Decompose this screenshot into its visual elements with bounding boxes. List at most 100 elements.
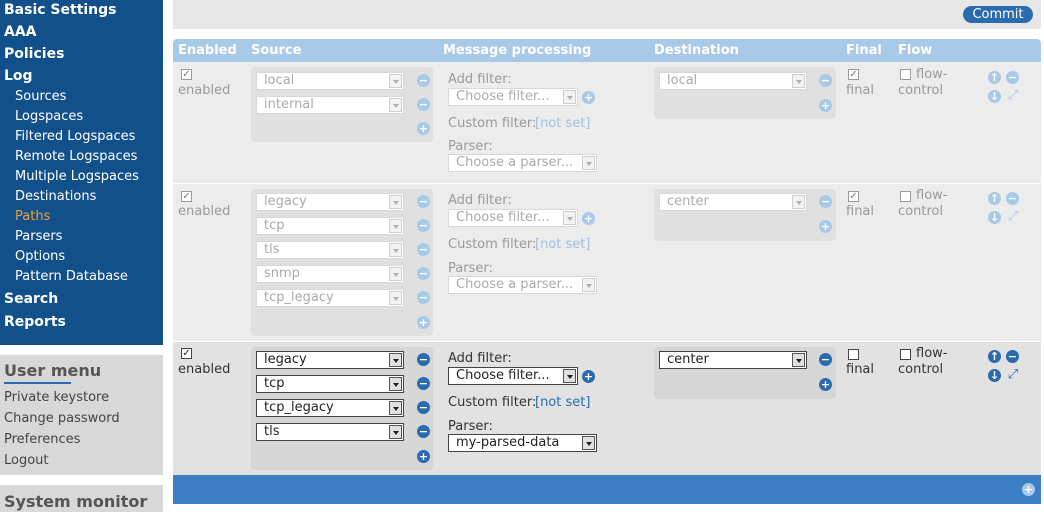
source-select[interactable]: tcp bbox=[256, 375, 404, 393]
user-menu-change-password[interactable]: Change password bbox=[4, 411, 120, 426]
nav-log-pattern-database[interactable]: Pattern Database bbox=[15, 269, 128, 284]
chevron-down-icon bbox=[792, 353, 805, 367]
nav-log-paths[interactable]: Paths bbox=[15, 209, 50, 224]
custom-filter-link[interactable]: [not set] bbox=[535, 116, 590, 131]
final-label: final bbox=[846, 83, 875, 98]
minus-circle-icon[interactable]: − bbox=[819, 74, 832, 87]
nav-log-parsers[interactable]: Parsers bbox=[15, 229, 62, 244]
filter-select[interactable]: Choose filter... bbox=[448, 367, 578, 385]
enabled-checkbox[interactable]: ✓ bbox=[181, 69, 192, 80]
arrow-down-circle-icon[interactable]: ↓ bbox=[988, 90, 1001, 103]
nav-log[interactable]: Log bbox=[4, 68, 33, 84]
arrow-up-circle-icon[interactable]: ↑ bbox=[988, 350, 1001, 363]
parser-select[interactable]: Choose a parser... bbox=[448, 276, 597, 294]
flow-control-checkbox[interactable] bbox=[900, 191, 911, 202]
source-select[interactable]: snmp bbox=[256, 265, 404, 283]
minus-circle-icon[interactable]: − bbox=[417, 219, 430, 232]
plus-circle-icon[interactable]: + bbox=[582, 91, 595, 104]
custom-filter-link[interactable]: [not set] bbox=[535, 395, 590, 410]
final-checkbox[interactable]: ✓ bbox=[848, 191, 859, 202]
nav-log-remote-logspaces[interactable]: Remote Logspaces bbox=[15, 149, 137, 164]
source-select[interactable]: tls bbox=[256, 241, 404, 259]
custom-filter-link[interactable]: [not set] bbox=[535, 237, 590, 252]
plus-circle-icon[interactable]: + bbox=[417, 122, 430, 135]
minus-circle-icon[interactable]: − bbox=[417, 291, 430, 304]
source-select[interactable]: tls bbox=[256, 423, 404, 441]
enabled-checkbox[interactable]: ✓ bbox=[181, 348, 192, 359]
minus-circle-icon[interactable]: − bbox=[417, 267, 430, 280]
nav-log-multiple-logspaces[interactable]: Multiple Logspaces bbox=[15, 169, 139, 184]
minus-circle-icon[interactable]: − bbox=[417, 98, 430, 111]
minus-circle-icon[interactable]: − bbox=[417, 74, 430, 87]
arrow-down-circle-icon[interactable]: ↓ bbox=[988, 211, 1001, 224]
final-checkbox[interactable]: ✓ bbox=[848, 69, 859, 80]
source-value: legacy bbox=[264, 194, 307, 209]
minus-circle-icon[interactable]: − bbox=[417, 401, 430, 414]
minus-circle-icon[interactable]: − bbox=[417, 377, 430, 390]
minus-circle-icon[interactable]: − bbox=[1006, 71, 1019, 84]
nav-log-logspaces[interactable]: Logspaces bbox=[15, 109, 83, 124]
header-destination: Destination bbox=[654, 43, 739, 58]
parser-select[interactable]: Choose a parser... bbox=[448, 154, 597, 172]
plus-circle-icon[interactable]: + bbox=[417, 450, 430, 463]
expand-icon[interactable]: ⤢ bbox=[1006, 210, 1020, 224]
chevron-down-icon bbox=[389, 291, 402, 305]
source-value: tcp_legacy bbox=[264, 400, 334, 415]
arrow-up-circle-icon[interactable]: ↑ bbox=[988, 192, 1001, 205]
source-select[interactable]: legacy bbox=[256, 351, 404, 369]
nav-log-options[interactable]: Options bbox=[15, 249, 65, 264]
flow-control-checkbox[interactable] bbox=[900, 69, 911, 80]
minus-circle-icon[interactable]: − bbox=[417, 425, 430, 438]
parser-select[interactable]: my-parsed-data bbox=[448, 434, 597, 452]
source-select[interactable]: internal bbox=[256, 96, 404, 114]
arrow-down-circle-icon[interactable]: ↓ bbox=[988, 369, 1001, 382]
destination-select[interactable]: center bbox=[659, 351, 807, 369]
final-checkbox[interactable] bbox=[848, 349, 859, 360]
nav-reports[interactable]: Reports bbox=[4, 314, 66, 330]
chevron-down-icon bbox=[563, 211, 576, 225]
source-select[interactable]: legacy bbox=[256, 193, 404, 211]
nav-aaa[interactable]: AAA bbox=[4, 24, 37, 40]
commit-button[interactable]: Commit bbox=[963, 6, 1033, 23]
expand-icon[interactable]: ⤢ bbox=[1006, 368, 1020, 382]
nav-policies[interactable]: Policies bbox=[4, 46, 64, 62]
plus-circle-icon[interactable]: + bbox=[582, 370, 595, 383]
minus-circle-icon[interactable]: − bbox=[1006, 192, 1019, 205]
nav-basic-settings[interactable]: Basic Settings bbox=[4, 2, 117, 18]
plus-circle-icon[interactable]: + bbox=[819, 99, 832, 112]
user-menu-logout[interactable]: Logout bbox=[4, 453, 49, 468]
source-select[interactable]: tcp_legacy bbox=[256, 289, 404, 307]
plus-circle-icon[interactable]: + bbox=[417, 316, 430, 329]
arrow-up-circle-icon[interactable]: ↑ bbox=[988, 71, 1001, 84]
destination-select[interactable]: center bbox=[659, 193, 807, 211]
enabled-checkbox[interactable]: ✓ bbox=[181, 191, 192, 202]
nav-log-filtered-logspaces[interactable]: Filtered Logspaces bbox=[15, 129, 135, 144]
plus-circle-icon[interactable]: + bbox=[819, 378, 832, 391]
destination-select[interactable]: local bbox=[659, 72, 807, 90]
nav-search[interactable]: Search bbox=[4, 291, 58, 307]
nav-log-destinations[interactable]: Destinations bbox=[15, 189, 96, 204]
expand-icon[interactable]: ⤢ bbox=[1006, 89, 1020, 103]
plus-circle-icon[interactable]: + bbox=[819, 220, 832, 233]
minus-circle-icon[interactable]: − bbox=[819, 353, 832, 366]
source-select[interactable]: local bbox=[256, 72, 404, 90]
minus-circle-icon[interactable]: − bbox=[417, 243, 430, 256]
minus-circle-icon[interactable]: − bbox=[1006, 350, 1019, 363]
user-menu-panel: User menu Private keystore Change passwo… bbox=[0, 355, 163, 475]
system-monitor-title[interactable]: System monitor bbox=[4, 492, 147, 511]
filter-select[interactable]: Choose filter... bbox=[448, 88, 578, 106]
flow-control-checkbox[interactable] bbox=[900, 349, 911, 360]
user-menu-preferences[interactable]: Preferences bbox=[4, 432, 80, 447]
nav-log-sources[interactable]: Sources bbox=[15, 89, 66, 104]
filter-select[interactable]: Choose filter... bbox=[448, 209, 578, 227]
add-path-plus-icon[interactable]: + bbox=[1022, 483, 1035, 496]
plus-circle-icon[interactable]: + bbox=[582, 212, 595, 225]
custom-filter-label: Custom filter: bbox=[448, 237, 537, 252]
minus-circle-icon[interactable]: − bbox=[417, 195, 430, 208]
source-select[interactable]: tcp_legacy bbox=[256, 399, 404, 417]
table-header: Enabled Source Message processing Destin… bbox=[173, 39, 1041, 62]
minus-circle-icon[interactable]: − bbox=[417, 353, 430, 366]
user-menu-private-keystore[interactable]: Private keystore bbox=[4, 390, 109, 405]
minus-circle-icon[interactable]: − bbox=[819, 195, 832, 208]
source-select[interactable]: tcp bbox=[256, 217, 404, 235]
